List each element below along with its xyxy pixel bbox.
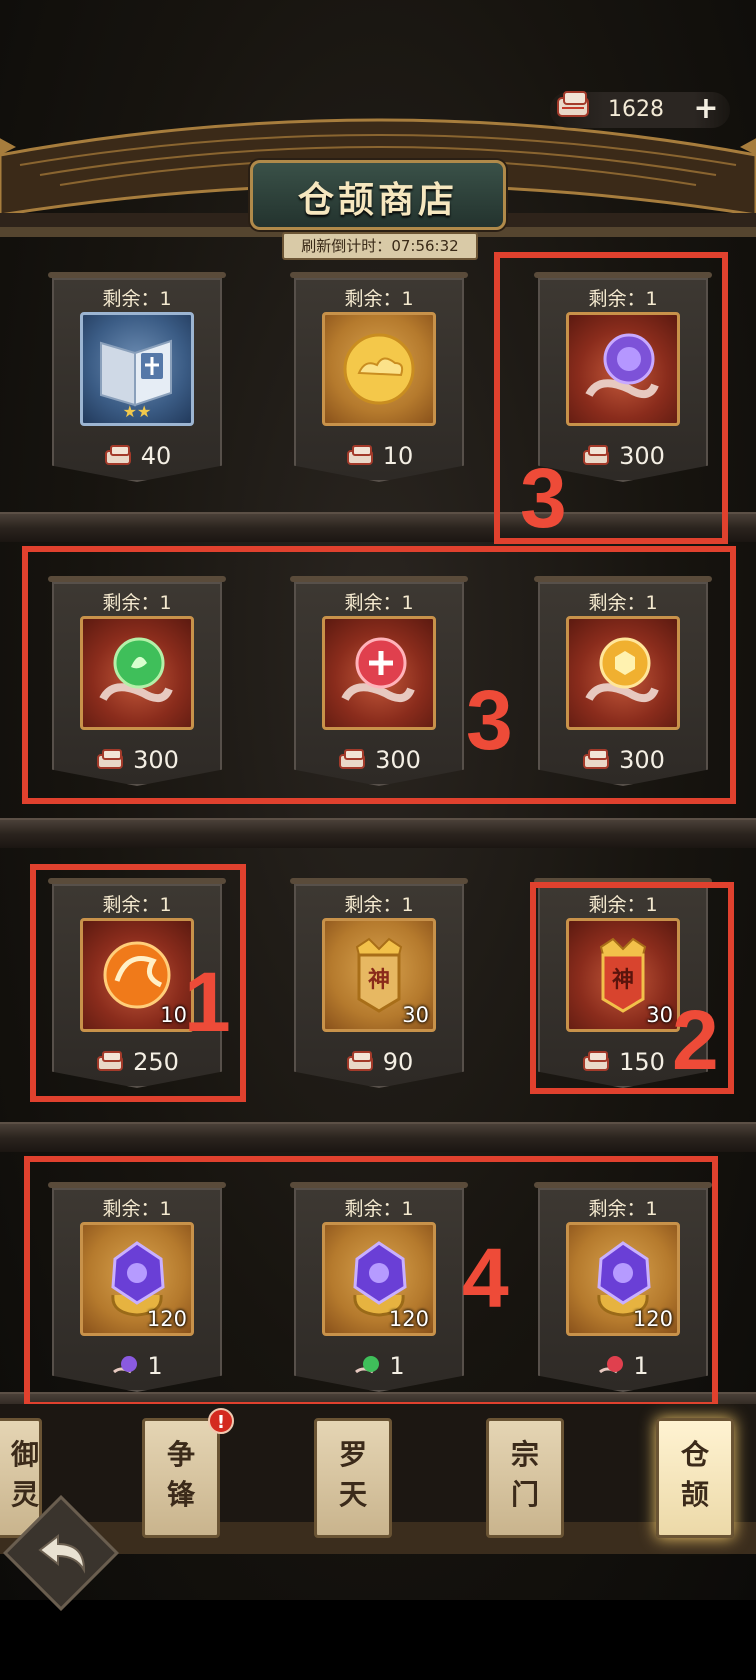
star-rating: ★★ [122, 402, 152, 421]
add-currency-button[interactable]: + [690, 94, 722, 126]
remain-label: 剩余：1 [344, 288, 414, 310]
shop-item[interactable]: 剩余：1 ★★ 40 [48, 272, 226, 492]
gold-cloud-coin-icon [343, 333, 415, 405]
annotation-box [22, 546, 736, 804]
annotation-number: 2 [672, 993, 719, 1087]
annotation-number: 3 [466, 673, 513, 767]
item-price: 90 [294, 1048, 464, 1076]
timer-label: 刷新倒计时： [301, 237, 392, 255]
annotation-number: 3 [520, 451, 567, 545]
banner-rod [290, 272, 468, 278]
tab-cangjie[interactable]: 仓颉 [656, 1418, 734, 1538]
price-value: 10 [382, 442, 414, 470]
price-value: 90 [382, 1048, 414, 1076]
item-icon-frame [322, 312, 436, 426]
annotation-box [24, 1156, 718, 1408]
tab-zhengfeng[interactable]: 争锋 [142, 1418, 220, 1538]
banner-rod [290, 878, 468, 884]
item-price: 10 [294, 442, 464, 470]
tab-luotian[interactable]: 罗天 [314, 1418, 392, 1538]
price-value: 40 [140, 442, 172, 470]
bottom-bar [0, 1600, 756, 1680]
remain-label: 剩余：1 [102, 288, 172, 310]
plaque-text: 神 [368, 967, 390, 993]
annotation-number: 4 [462, 1231, 509, 1325]
remain-label: 剩余：1 [344, 894, 414, 916]
item-icon-frame: 神 30 [322, 918, 436, 1032]
shelf-divider [0, 1122, 756, 1152]
scroll-coupon-icon [104, 445, 131, 465]
shop-item[interactable]: 剩余：1 10 [290, 272, 468, 492]
banner-rod [48, 272, 226, 278]
tab-label: 仓颉 [681, 1438, 710, 1511]
timer-value: 07:56:32 [391, 237, 459, 255]
currency-display: 1628 + [550, 91, 730, 128]
item-quantity: 30 [402, 1003, 429, 1027]
notification-badge: ! [208, 1408, 234, 1434]
tab-label: 宗门 [511, 1438, 540, 1511]
back-arrow-icon [38, 1533, 86, 1574]
shop-title-plaque: 仓颉商店 [250, 160, 506, 230]
shelf-divider [0, 818, 756, 848]
shop-item[interactable]: 剩余：1 神 30 90 [290, 878, 468, 1098]
item-icon-frame: ★★ [80, 312, 194, 426]
tab-zongmen[interactable]: 宗门 [486, 1418, 564, 1538]
tab-label: 争锋 [167, 1438, 196, 1511]
tab-label: 罗天 [339, 1438, 368, 1511]
scroll-coupon-icon [557, 91, 589, 117]
annotation-number: 1 [184, 955, 231, 1049]
page-title: 仓颉商店 [297, 179, 458, 221]
refresh-timer: 刷新倒计时：07:56:32 [282, 232, 478, 260]
tab-label: 御灵 [11, 1438, 40, 1511]
scroll-coupon-icon [346, 1051, 373, 1071]
item-price: 40 [52, 442, 222, 470]
scroll-coupon-icon [346, 445, 373, 465]
currency-amount: 1628 [608, 97, 664, 122]
